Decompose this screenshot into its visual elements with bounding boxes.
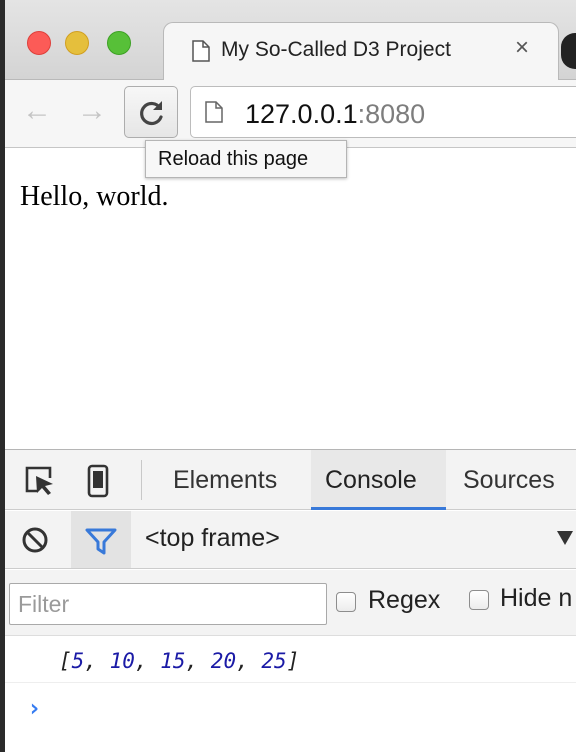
back-arrow-icon[interactable]: ←: [20, 96, 54, 130]
page-icon: [205, 101, 223, 123]
array-value: 25: [261, 649, 287, 673]
console-context-bar: <top frame>: [5, 511, 576, 569]
hide-network-checkbox[interactable]: [469, 590, 489, 610]
url-host: 127.0.0.1: [245, 99, 358, 129]
forward-arrow-icon[interactable]: →: [75, 96, 109, 130]
tab-elements[interactable]: Elements: [173, 450, 277, 510]
device-mode-icon[interactable]: [87, 464, 109, 498]
page-body-text: Hello, world.: [20, 181, 169, 212]
page-viewport: Hello, world.: [5, 149, 576, 449]
regex-checkbox[interactable]: [336, 592, 356, 612]
array-separator: ,: [134, 649, 161, 673]
array-value: 5: [71, 649, 85, 673]
filter-toggle-button[interactable]: [71, 511, 131, 568]
window-maximize-button[interactable]: [107, 31, 131, 55]
browser-tab[interactable]: My So-Called D3 Project ×: [163, 22, 559, 81]
url-text[interactable]: 127.0.0.1:8080: [245, 99, 425, 130]
array-separator: ,: [236, 649, 262, 673]
tab-console[interactable]: Console: [311, 450, 446, 510]
toolbar-divider: [141, 460, 142, 500]
array-value: 15: [160, 649, 186, 673]
frame-context-select[interactable]: <top frame>: [145, 524, 280, 553]
array-separator: ,: [185, 649, 211, 673]
devtools-tab-bar: Elements Console Sources: [5, 450, 576, 510]
window-close-button[interactable]: [27, 31, 51, 55]
page-icon: [192, 40, 210, 62]
inspect-element-icon[interactable]: [23, 464, 57, 498]
console-filter-bar: Regex Hide n: [5, 570, 576, 636]
devtools-panel: Elements Console Sources <top frame> Reg…: [5, 449, 576, 752]
array-value: 20: [210, 649, 237, 673]
reload-tooltip: Reload this page: [145, 140, 347, 178]
browser-window: My So-Called D3 Project × ← → 127.0.0.1:…: [5, 0, 576, 752]
reload-button[interactable]: [124, 86, 178, 138]
tab-sources[interactable]: Sources: [463, 450, 555, 510]
tab-close-icon[interactable]: ×: [515, 34, 529, 61]
console-message: [5, 10, 15, 20, 25]: [5, 637, 576, 683]
tab-strip: My So-Called D3 Project ×: [5, 0, 576, 81]
regex-label: Regex: [368, 586, 441, 614]
array-separator: ,: [84, 649, 110, 673]
hide-network-label: Hide n: [500, 584, 573, 612]
array-bracket: [: [59, 649, 72, 673]
window-minimize-button[interactable]: [65, 31, 89, 55]
chevron-down-icon[interactable]: [557, 531, 573, 545]
console-prompt-icon[interactable]: ›: [27, 694, 41, 722]
new-tab-button[interactable]: [561, 33, 576, 69]
reload-icon: [140, 101, 163, 126]
filter-input[interactable]: [9, 583, 327, 625]
array-bracket: ]: [286, 649, 300, 673]
clear-console-icon[interactable]: [21, 526, 49, 554]
tab-title: My So-Called D3 Project: [221, 38, 451, 61]
url-port: :8080: [357, 99, 426, 129]
address-bar[interactable]: 127.0.0.1:8080: [190, 86, 576, 138]
logged-array[interactable]: [5, 10, 15, 20, 25]: [59, 649, 299, 673]
filter-funnel-icon: [85, 528, 117, 555]
array-value: 10: [109, 649, 135, 673]
browser-toolbar: ← → 127.0.0.1:8080: [5, 80, 576, 148]
